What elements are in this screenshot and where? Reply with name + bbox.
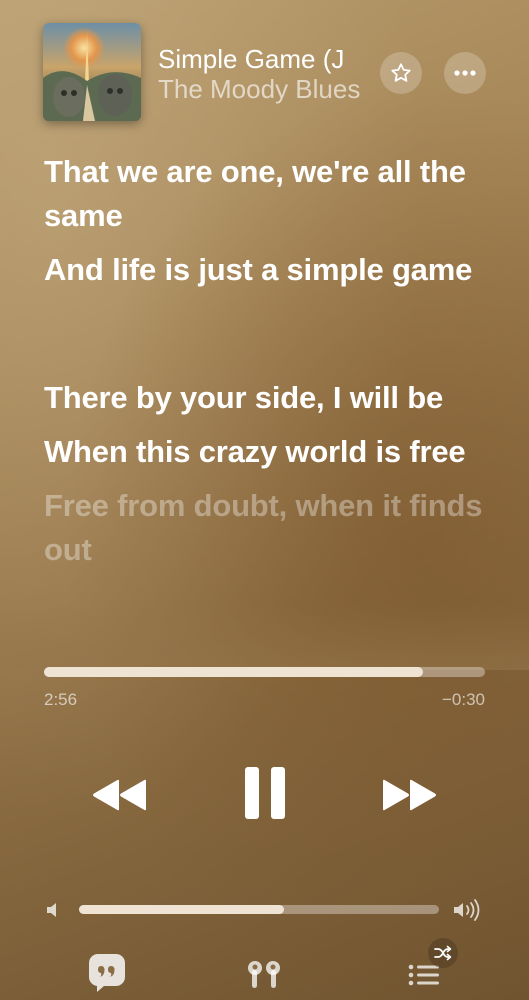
playback-progress-fill <box>44 667 424 677</box>
volume-max-button[interactable] <box>452 898 484 922</box>
star-icon <box>391 63 411 82</box>
lyrics-quote-icon <box>89 954 125 992</box>
lyrics-button[interactable] <box>87 952 127 992</box>
artist-name: The Moody Blues <box>158 74 361 104</box>
airpods-icon <box>248 961 280 988</box>
volume-min-button[interactable] <box>44 900 64 920</box>
lyrics-view[interactable]: That we are one, we're all the same And … <box>44 150 494 582</box>
elapsed-time: 2:56 <box>44 690 78 709</box>
audio-output-button[interactable] <box>244 958 284 992</box>
lyric-line[interactable]: When this crazy world is free <box>44 430 494 474</box>
ellipsis-icon <box>454 70 476 76</box>
playback-scrubber[interactable] <box>44 667 485 677</box>
song-title: Simple Game (J <box>158 44 345 74</box>
album-artwork[interactable] <box>43 23 141 121</box>
pause-icon <box>245 767 285 819</box>
pause-button[interactable] <box>238 763 292 823</box>
lyric-line[interactable]: There by your side, I will be <box>44 376 494 420</box>
lyric-gap <box>44 302 494 376</box>
volume-slider[interactable] <box>79 905 439 914</box>
lyric-line[interactable]: Free from doubt, when it finds out <box>44 484 494 572</box>
volume-level-fill <box>79 905 285 914</box>
more-options-button[interactable] <box>444 52 486 94</box>
favorite-button[interactable] <box>380 52 422 94</box>
lyric-line[interactable]: That we are one, we're all the same <box>44 150 494 238</box>
rewind-icon <box>93 779 146 811</box>
fast-forward-button[interactable] <box>378 773 440 817</box>
shuffle-icon <box>434 945 452 961</box>
track-info[interactable]: Simple Game (J The Moody Blues <box>158 44 372 104</box>
speaker-low-icon <box>47 903 56 917</box>
speaker-high-icon <box>454 899 480 921</box>
now-playing-header: Simple Game (J The Moody Blues <box>0 0 529 130</box>
shuffle-indicator[interactable] <box>428 938 458 968</box>
remaining-time: −0:30 <box>441 690 485 709</box>
fast-forward-icon <box>383 779 436 811</box>
lyric-line[interactable]: And life is just a simple game <box>44 248 494 292</box>
rewind-button[interactable] <box>89 773 151 817</box>
